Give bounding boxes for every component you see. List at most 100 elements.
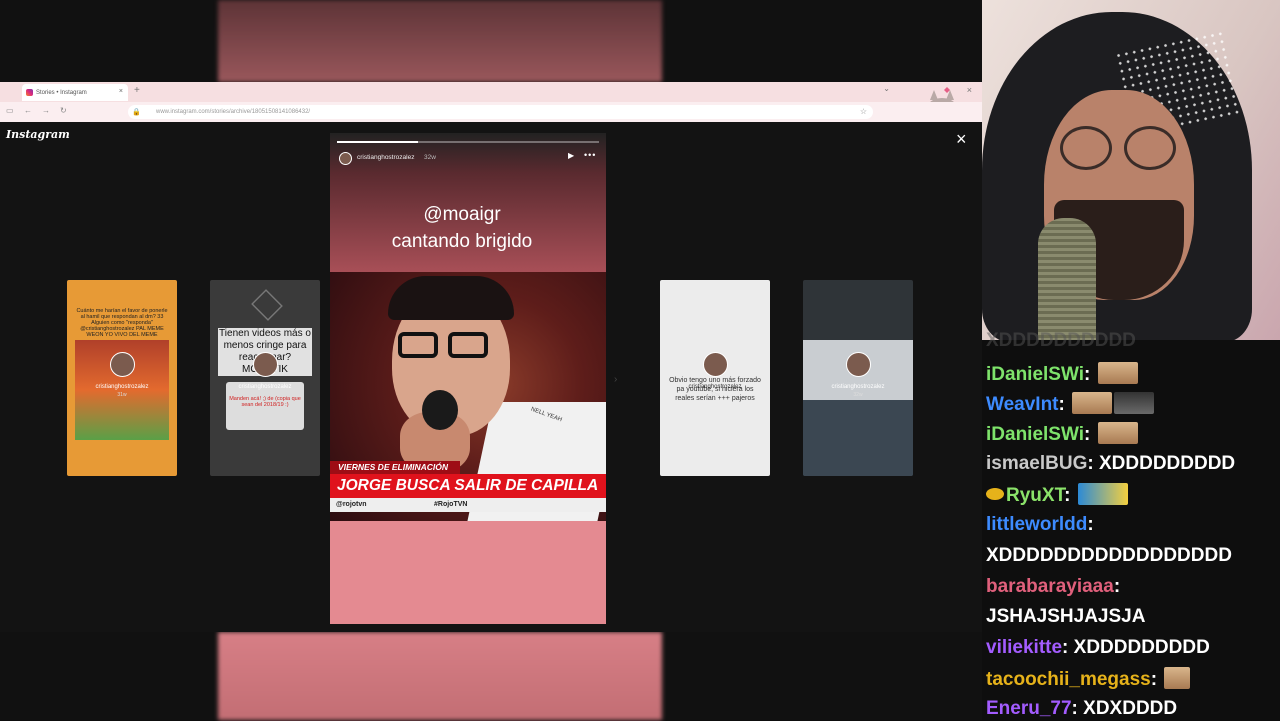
chat-username: littleworldd: [986, 514, 1088, 535]
story-video-frame: NELL YEAH VIERNES DE ELIMINACIÓN JORGE B…: [330, 272, 606, 521]
window-close-icon[interactable]: ×: [967, 85, 972, 95]
badge-icon: [986, 488, 1004, 500]
caption-line-1: @moaigr: [423, 204, 501, 225]
emote-face-icon: [1164, 667, 1191, 689]
chat-username: iDanielSWi: [986, 364, 1085, 385]
thumbnail-time: 32w: [853, 392, 863, 398]
forward-icon[interactable]: →: [42, 106, 50, 115]
story-progress-bar: [337, 141, 599, 143]
chat-message: Eneru_77: XDXDDDD: [986, 698, 1178, 719]
toolbar: ▭ ← → ↻ 🔒 www.instagram.com/stories/arch…: [0, 102, 982, 123]
tab-close-icon[interactable]: ×: [119, 88, 123, 95]
emote-ufo-icon: [1114, 392, 1155, 414]
address-bar[interactable]: 🔒 www.instagram.com/stories/archive/1805…: [128, 105, 873, 119]
story-username[interactable]: cristianghostrozalez: [357, 154, 414, 161]
chat-username: viliekitte: [986, 637, 1063, 658]
thumbnail-time: 32w: [710, 392, 720, 398]
chat-message: WeavInt:: [986, 392, 1155, 417]
thumbnail-username: cristianghostrozalez: [831, 384, 885, 390]
chat-text-wrapped: JSHAJSHJAJSJA: [986, 606, 1146, 627]
thumbnail-username: cristianghostrozalez: [95, 384, 149, 390]
thumbnail-text: Cuánto me harían el favor de ponerle al …: [76, 308, 168, 338]
reload-icon[interactable]: ↻: [60, 106, 67, 115]
thumbnail-image-lower: [803, 400, 913, 476]
chat-username: tacoochii_megass: [986, 669, 1151, 690]
instagram-favicon-icon: [26, 89, 33, 96]
sidebar-icon[interactable]: ▭: [6, 106, 14, 115]
chat-faded-message: XDDDDDDDDDD: [986, 330, 1136, 351]
story-time: 32w: [424, 154, 436, 161]
blurred-story-bottom: [218, 632, 662, 720]
blurred-story-top: [218, 0, 662, 82]
thumbnail-time: 31w: [260, 392, 270, 398]
emote-face-icon: [1097, 362, 1138, 384]
instagram-stories-page: Instagram × Cuánto me harían el favor de…: [0, 122, 982, 632]
lock-icon: 🔒: [132, 109, 141, 116]
browser-window: Stories • Instagram × + ⌄ × ▭ ← → ↻ 🔒 ww…: [0, 82, 982, 632]
story-caption: @moaigr cantando brigido: [330, 201, 594, 255]
chat-text: XDDDDDDDDD: [1073, 637, 1210, 658]
story-thumbnail-next-1[interactable]: Obvio tengo uno más forzado pa youtube, …: [660, 280, 770, 476]
chat-overlay: XDDDDDDDDDD iDanielSWi: WeavInt: iDaniel…: [982, 330, 1280, 720]
thumbnail-username: cristianghostrozalez: [688, 384, 742, 390]
chat-username: WeavInt: [986, 394, 1059, 415]
blurred-backdrop-top: [0, 0, 982, 82]
chat-text: XDDDDDDDDD: [1098, 453, 1236, 474]
chat-text-wrapped: XDDDDDDDDDDDDDDDDD: [986, 545, 1232, 566]
microphone: [1038, 218, 1096, 340]
webcam-overlay: [982, 0, 1280, 340]
chat-username: RyuXT: [1006, 485, 1065, 506]
more-options-icon[interactable]: •••: [584, 150, 596, 160]
next-story-arrow-icon[interactable]: ›: [614, 374, 617, 385]
avatar: [253, 352, 278, 377]
chat-username: ismaelBUG: [986, 453, 1088, 474]
browser-tab[interactable]: Stories • Instagram ×: [22, 84, 128, 101]
story-thumbnail-next-2[interactable]: cristianghostrozalez 32w: [803, 280, 913, 476]
story-thumbnail-prev-2[interactable]: Cuánto me harían el favor de ponerle al …: [67, 280, 177, 476]
lower-third-headline: JORGE BUSCA SALIR DE CAPILLA: [330, 474, 606, 498]
chat-message: tacoochii_megass:: [986, 667, 1191, 692]
new-tab-button[interactable]: +: [134, 85, 140, 96]
streamer-glasses-right: [1124, 126, 1176, 170]
bookmark-star-icon[interactable]: ☆: [860, 107, 867, 116]
instagram-logo[interactable]: Instagram: [6, 128, 70, 141]
thumbnail-time: 31w: [117, 392, 127, 398]
blurred-backdrop-bottom: [0, 632, 982, 720]
chat-message: littleworldd:: [986, 514, 1094, 535]
play-icon[interactable]: ▶: [568, 151, 574, 160]
lower-third-small: VIERNES DE ELIMINACIÓN: [330, 461, 460, 474]
chat-message: ismaelBUG: XDDDDDDDDD: [986, 453, 1236, 474]
streamer-glasses-left: [1060, 126, 1112, 170]
close-stories-button[interactable]: ×: [956, 130, 967, 148]
lower-third-handle: @rojotvn: [336, 501, 367, 508]
chat-message: iDanielSWi:: [986, 362, 1138, 387]
chat-username: Eneru_77: [986, 698, 1072, 719]
chat-username: barabarayiaaa: [986, 576, 1114, 597]
chat-message: iDanielSWi:: [986, 422, 1138, 447]
chat-message: RyuXT:: [986, 483, 1128, 508]
tab-bar: Stories • Instagram × + ⌄ ×: [0, 82, 982, 122]
microphone: [422, 390, 458, 430]
chat-username: iDanielSWi: [986, 424, 1085, 445]
singer-hair: [388, 276, 514, 320]
story-thumbnail-prev-1[interactable]: Tienen videos más o menos cringe para re…: [210, 280, 320, 476]
story-progress-fill: [337, 141, 419, 143]
lower-third-social: @rojotvn #RojoTVN: [330, 498, 606, 512]
momatik-logo-icon: [251, 289, 283, 321]
emote-face-icon: [1072, 392, 1113, 414]
chat-message: viliekitte: XDDDDDDDDD: [986, 637, 1210, 658]
tab-title: Stories • Instagram: [36, 89, 87, 96]
tab-list-chevron-icon[interactable]: ⌄: [883, 84, 890, 93]
active-story[interactable]: cristianghostrozalez 32w ▶ ••• @moaigr c…: [330, 133, 606, 624]
back-icon[interactable]: ←: [24, 106, 32, 115]
glasses-right: [448, 332, 488, 358]
avatar: [703, 352, 728, 377]
avatar: [110, 352, 135, 377]
lower-third-hashtag: #RojoTVN: [434, 501, 468, 508]
chat-message: barabarayiaaa:: [986, 576, 1121, 597]
url-text: www.instagram.com/stories/archive/180515…: [156, 109, 311, 115]
chat-text: XDXDDDD: [1083, 698, 1178, 719]
avatar: [846, 352, 871, 377]
avatar[interactable]: [339, 152, 352, 165]
emote-face-icon: [1097, 422, 1138, 444]
